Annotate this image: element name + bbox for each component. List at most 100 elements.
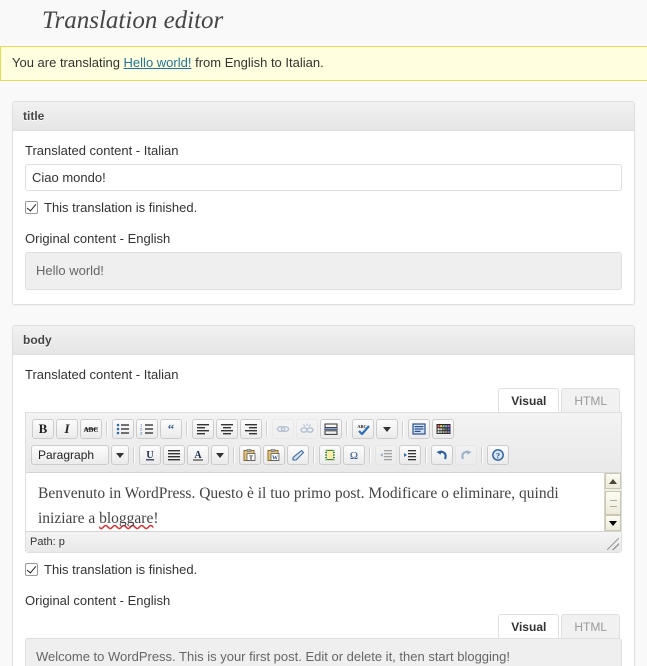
- chevron-down-icon: [116, 453, 124, 458]
- translation-finished-checkbox-body[interactable]: [25, 563, 38, 576]
- tinymce-toolbars: B I ABC 123 “: [26, 413, 621, 473]
- align-left-button[interactable]: [192, 419, 214, 439]
- outdent-button[interactable]: [375, 445, 397, 465]
- insert-more-tag-button[interactable]: [320, 419, 342, 439]
- toolbar-separator: [425, 447, 427, 463]
- translation-editor-page: Translation editor You are translating H…: [0, 0, 647, 666]
- paste-as-text-button[interactable]: T: [239, 445, 261, 465]
- svg-text:Ω: Ω: [350, 450, 358, 461]
- toolbar-separator: [266, 421, 268, 437]
- tinymce-statusbar: Path: p: [26, 531, 621, 552]
- tinymce-toolbar-row-2: Paragraph U A: [28, 442, 619, 468]
- chevron-down-icon: [383, 427, 391, 432]
- insert-special-character-button[interactable]: Ω: [343, 445, 365, 465]
- translated-content-label-title: Translated content - Italian: [25, 143, 622, 158]
- resize-handle[interactable]: [607, 538, 619, 550]
- triangle-down-icon: [609, 521, 617, 526]
- ordered-list-button[interactable]: 123: [136, 419, 158, 439]
- toolbar-separator: [346, 421, 348, 437]
- translation-finished-row-body[interactable]: This translation is finished.: [25, 562, 622, 577]
- format-select[interactable]: Paragraph: [31, 445, 109, 465]
- underline-button[interactable]: U: [139, 445, 161, 465]
- translated-title-input[interactable]: [25, 164, 622, 191]
- tab-visual-translated[interactable]: Visual: [498, 388, 559, 412]
- editor-tabs-translated: Visual HTML: [25, 388, 622, 412]
- notice-source-link[interactable]: Hello world!: [124, 55, 192, 70]
- strikethrough-button[interactable]: ABC: [80, 419, 102, 439]
- translation-notice: You are translating Hello world! from En…: [0, 46, 647, 81]
- page-title: Translation editor: [0, 0, 647, 46]
- fullscreen-button[interactable]: [408, 419, 430, 439]
- text-color-button[interactable]: A: [187, 445, 209, 465]
- toolbar-separator: [369, 447, 371, 463]
- insert-media-button[interactable]: [319, 445, 341, 465]
- unlink-button[interactable]: [296, 419, 318, 439]
- align-center-button[interactable]: [216, 419, 238, 439]
- grip-icon: [610, 500, 617, 507]
- svg-text:ABC: ABC: [84, 426, 99, 434]
- editor-scrollbar[interactable]: [604, 473, 621, 531]
- postbox-heading-body: body: [13, 326, 634, 355]
- notice-suffix: from English to Italian.: [191, 55, 323, 70]
- content-text-part2: !: [153, 510, 158, 527]
- translation-finished-label-title: This translation is finished.: [44, 200, 197, 215]
- tinymce-editor: B I ABC 123 “: [25, 412, 622, 553]
- unordered-list-button[interactable]: [112, 419, 134, 439]
- scroll-up-button[interactable]: [605, 473, 621, 489]
- kitchen-sink-button[interactable]: [432, 419, 454, 439]
- translation-finished-label-body: This translation is finished.: [44, 562, 197, 577]
- element-path-label: Path: p: [30, 536, 65, 548]
- undo-button[interactable]: [431, 445, 453, 465]
- translation-finished-row-title[interactable]: This translation is finished.: [25, 200, 622, 215]
- notice-left-border: [0, 47, 1, 80]
- toolbar-separator: [402, 421, 404, 437]
- original-content-label-body: Original content - English: [25, 593, 622, 608]
- chevron-down-icon: [216, 453, 224, 458]
- svg-text:?: ?: [496, 451, 500, 460]
- tab-html-original[interactable]: HTML: [561, 614, 620, 638]
- svg-text:ABC: ABC: [357, 424, 366, 429]
- redo-button[interactable]: [455, 445, 477, 465]
- spellcheck-dropdown-button[interactable]: [376, 419, 398, 439]
- postbox-heading-title: title: [13, 102, 634, 131]
- remove-formatting-button[interactable]: [287, 445, 309, 465]
- toolbar-separator: [133, 447, 135, 463]
- svg-text:T: T: [249, 456, 253, 462]
- indent-button[interactable]: [399, 445, 421, 465]
- spellcheck-button[interactable]: ABC: [352, 419, 374, 439]
- postbox-body-body: Translated content - Italian Visual HTML…: [13, 355, 634, 666]
- postbox-body-title: Translated content - Italian This transl…: [13, 131, 634, 304]
- paste-from-word-button[interactable]: W: [263, 445, 285, 465]
- notice-prefix: You are translating: [12, 55, 124, 70]
- tinymce-toolbar-row-1: B I ABC 123 “: [28, 416, 619, 442]
- toolbar-separator: [233, 447, 235, 463]
- align-justify-button[interactable]: [163, 445, 185, 465]
- tinymce-content-area[interactable]: Benvenuto in WordPress. Questo è il tuo …: [26, 473, 621, 531]
- tab-html-translated[interactable]: HTML: [561, 388, 620, 412]
- original-body-value: Welcome to WordPress. This is your first…: [25, 638, 622, 666]
- toolbar-separator: [106, 421, 108, 437]
- bold-button[interactable]: B: [32, 419, 54, 439]
- blockquote-button[interactable]: “: [160, 419, 182, 439]
- translated-content-label-body: Translated content - Italian: [25, 367, 622, 382]
- format-select-dropdown-button[interactable]: [111, 445, 129, 465]
- scroll-down-button[interactable]: [605, 515, 621, 531]
- italic-button[interactable]: I: [56, 419, 78, 439]
- svg-text:3: 3: [140, 431, 143, 435]
- text-color-dropdown-button[interactable]: [211, 445, 229, 465]
- postbox-body-field: body Translated content - Italian Visual…: [12, 325, 635, 666]
- triangle-up-icon: [609, 479, 617, 484]
- toolbar-separator: [313, 447, 315, 463]
- insert-link-button[interactable]: [272, 419, 294, 439]
- content-text-misspelled: bloggare: [99, 510, 153, 527]
- scrollbar-thumb[interactable]: [605, 491, 621, 515]
- align-right-button[interactable]: [240, 419, 262, 439]
- tinymce-content-text[interactable]: Benvenuto in WordPress. Questo è il tuo …: [26, 473, 621, 531]
- svg-text:W: W: [272, 456, 278, 462]
- postbox-title-field: title Translated content - Italian This …: [12, 101, 635, 305]
- help-button[interactable]: ?: [487, 445, 509, 465]
- toolbar-separator: [481, 447, 483, 463]
- tab-visual-original[interactable]: Visual: [498, 614, 559, 638]
- translation-finished-checkbox-title[interactable]: [25, 201, 38, 214]
- toolbar-separator: [186, 421, 188, 437]
